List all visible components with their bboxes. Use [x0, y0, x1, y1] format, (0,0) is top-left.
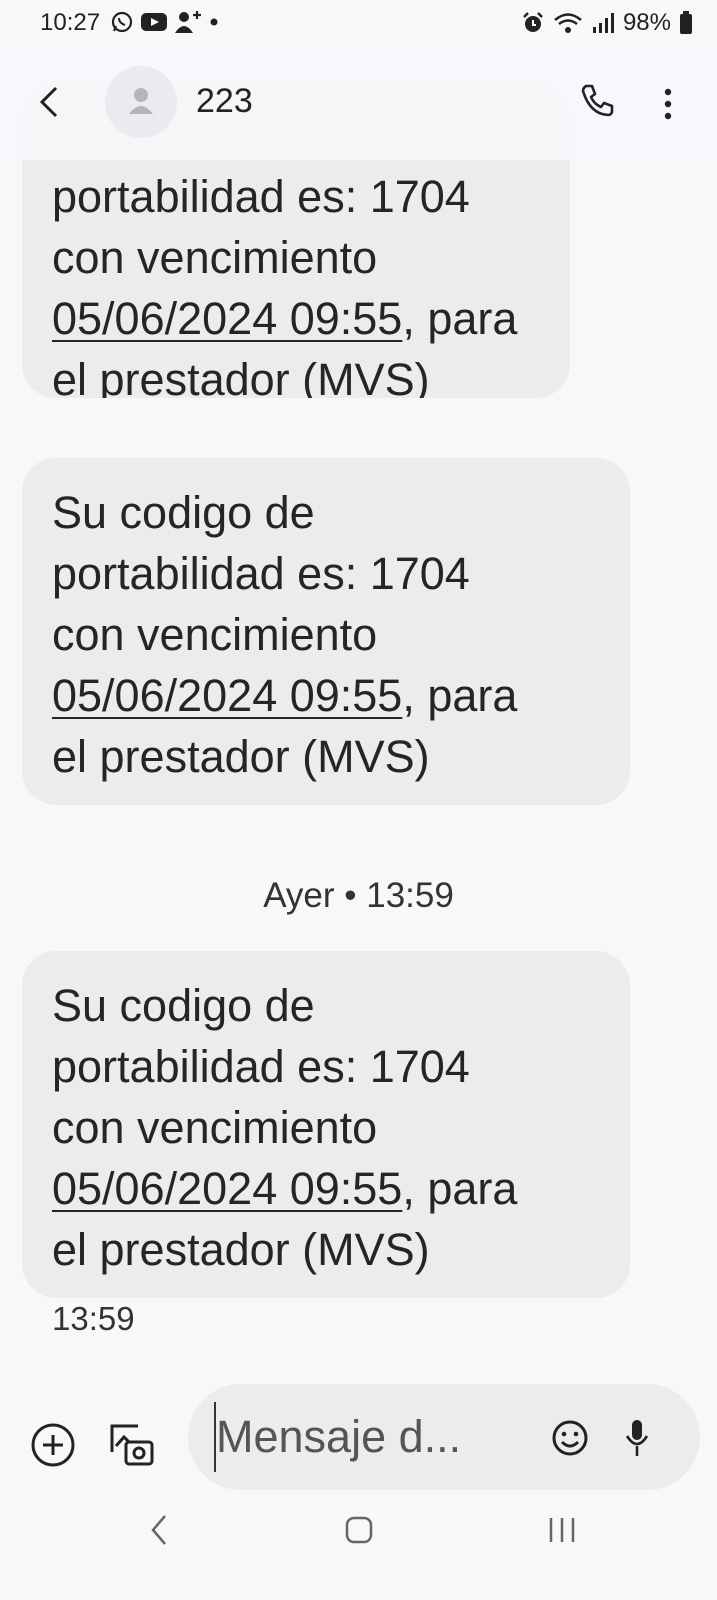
message-timestamp: 13:59 — [52, 1300, 135, 1337]
alarm-icon — [523, 12, 543, 32]
navigation-bar — [0, 1490, 717, 1600]
message-line: con vencimiento — [52, 609, 378, 660]
status-time: 10:27 — [40, 9, 101, 36]
message-line: con vencimiento — [52, 1102, 378, 1153]
phone-icon[interactable] — [577, 82, 617, 122]
message-line: portabilidad es: 1704 — [52, 548, 470, 599]
signal-icon — [592, 13, 614, 33]
message-input[interactable] — [214, 1402, 496, 1472]
avatar-icon — [129, 88, 153, 114]
date-separator: Ayer • 13:59 — [263, 876, 454, 915]
add-circle-icon[interactable] — [30, 1422, 76, 1468]
nav-recents-icon[interactable] — [547, 1512, 577, 1548]
nav-back-icon[interactable] — [148, 1512, 170, 1548]
date-link[interactable]: 05/06/2024 09:55 — [52, 293, 402, 344]
contact-name[interactable]: 223 — [196, 82, 253, 121]
back-icon[interactable] — [34, 82, 64, 122]
message-line: portabilidad es: 1704 — [52, 171, 470, 222]
mic-icon[interactable] — [624, 1416, 650, 1460]
emoji-icon[interactable] — [550, 1418, 590, 1458]
gallery-camera-icon[interactable] — [108, 1420, 156, 1468]
battery-icon — [680, 11, 692, 34]
wifi-icon — [554, 13, 582, 33]
date-link[interactable]: 05/06/2024 09:55 — [52, 670, 402, 721]
message-line: el prestador (MVS) — [52, 731, 430, 782]
dot-icon — [210, 18, 218, 26]
battery-percent: 98% — [622, 9, 671, 36]
message-text: , para — [402, 670, 518, 721]
whatsapp-icon — [111, 11, 133, 33]
status-bar: 10:27 98% — [0, 0, 717, 50]
message-line: el prestador (MVS) — [52, 1224, 430, 1275]
message-text: , para — [402, 1163, 518, 1214]
person-add-icon — [175, 11, 201, 33]
message-text: , para — [402, 293, 518, 344]
message-line: portabilidad es: 1704 — [52, 1041, 470, 1092]
message-bubble[interactable]: Su codigo de portabilidad es: 1704 con v… — [22, 458, 630, 805]
notification-icons — [110, 10, 220, 34]
system-status: 98% — [521, 9, 693, 37]
nav-home-icon[interactable] — [345, 1516, 373, 1544]
message-line: Su codigo de — [52, 980, 315, 1031]
youtube-icon — [141, 13, 167, 31]
avatar[interactable] — [105, 66, 177, 138]
conversation-header: 223 — [0, 62, 717, 142]
message-bubble[interactable]: Su codigo de portabilidad es: 1704 con v… — [22, 951, 630, 1298]
message-line: el prestador (MVS) — [52, 354, 430, 398]
date-link[interactable]: 05/06/2024 09:55 — [52, 1163, 402, 1214]
more-vert-icon[interactable] — [662, 84, 674, 124]
compose-bar — [0, 1380, 717, 1490]
message-line: con vencimiento — [52, 232, 378, 283]
message-line: Su codigo de — [52, 487, 315, 538]
